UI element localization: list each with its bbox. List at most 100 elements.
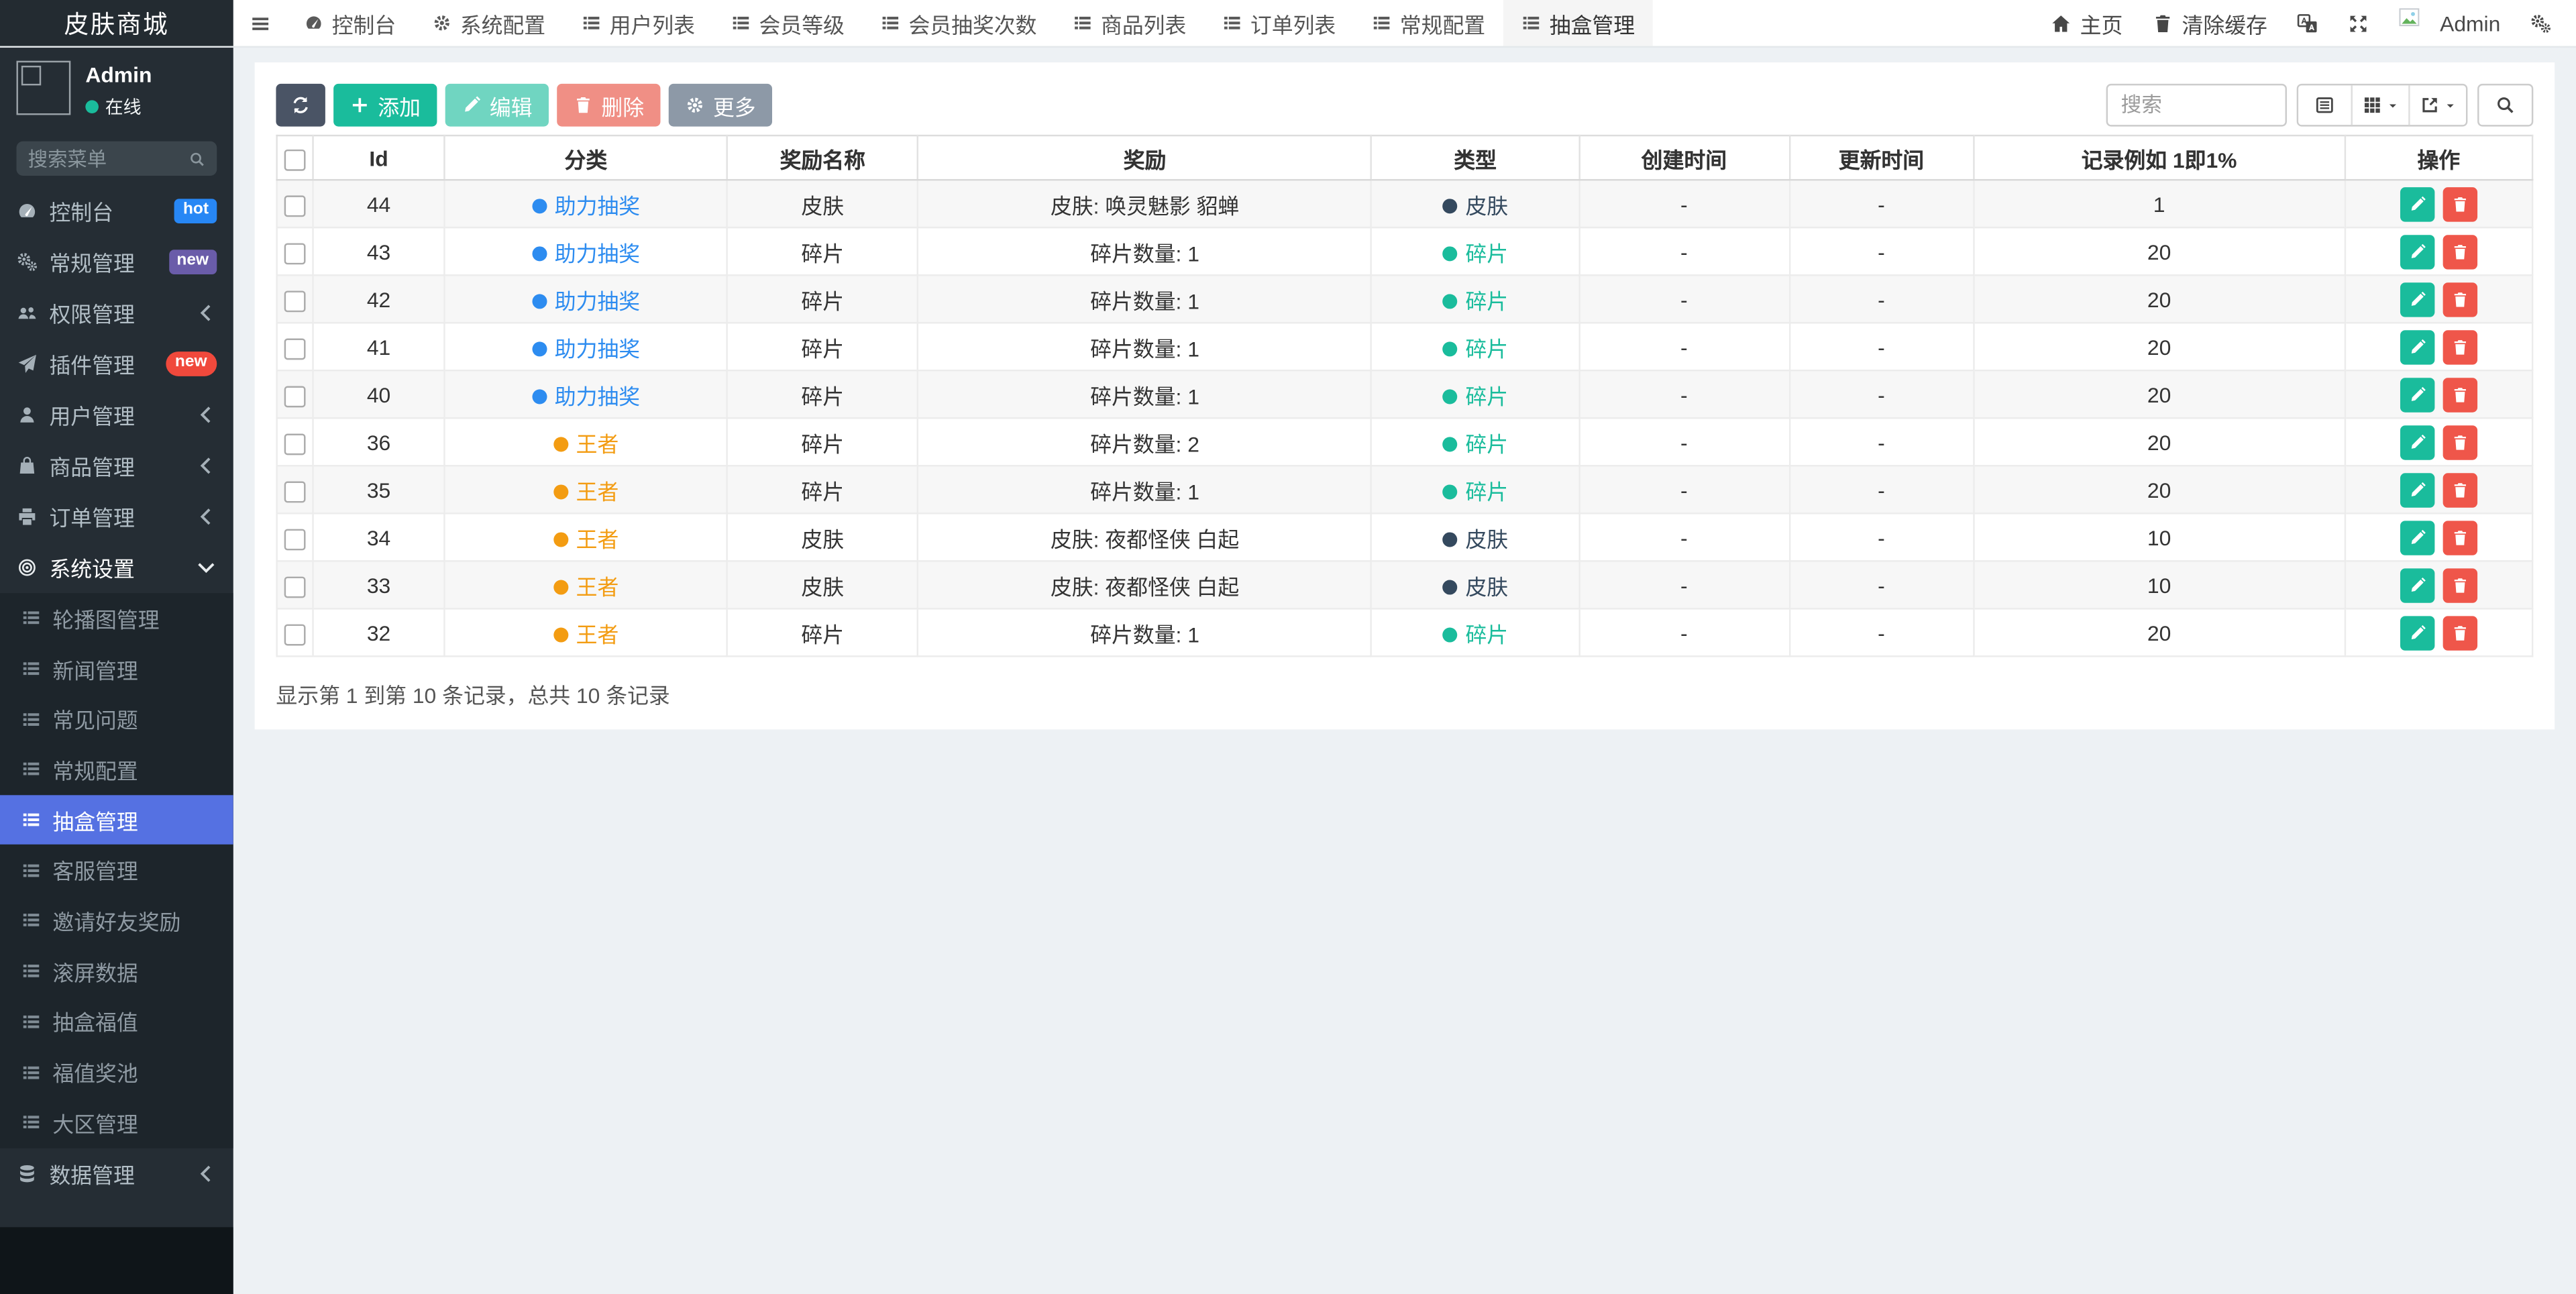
row-checkbox[interactable] [284, 480, 306, 502]
cell-category[interactable]: 助力抽奖 [443, 321, 729, 372]
avatar-icon [2399, 8, 2420, 27]
add-button[interactable]: 添加 [333, 83, 437, 127]
topbar-clear-cache[interactable]: 清除缓存 [2137, 0, 2282, 46]
row-delete-button[interactable] [2443, 520, 2477, 555]
row-checkbox[interactable] [284, 337, 306, 360]
users-icon [18, 307, 36, 319]
row-checkbox[interactable] [284, 242, 306, 264]
row-delete-button[interactable] [2443, 568, 2477, 602]
row-edit-button[interactable] [2400, 425, 2435, 460]
refresh-button[interactable] [276, 83, 325, 127]
row-checkbox[interactable] [284, 576, 306, 598]
cell-created: - [1578, 465, 1790, 515]
row-checkbox[interactable] [284, 623, 306, 645]
topbar-tab-5[interactable]: 商品列表 [1055, 0, 1204, 46]
row-delete-button[interactable] [2443, 233, 2477, 269]
row-checkbox[interactable] [284, 290, 306, 312]
app-logo[interactable]: 皮肤商城 [0, 0, 233, 46]
topbar-tab-0[interactable]: 控制台 [286, 0, 414, 46]
topbar-tab-2[interactable]: 用户列表 [564, 0, 713, 46]
sidebar-subitem-7-9[interactable]: 福值奖池 [0, 1046, 233, 1097]
topbar-tab-6[interactable]: 订单列表 [1204, 0, 1354, 46]
row-edit-button[interactable] [2400, 615, 2435, 650]
topbar-user[interactable]: Admin [2384, 0, 2516, 46]
topbar-tab-3[interactable]: 会员等级 [713, 0, 863, 46]
list-icon [23, 813, 40, 826]
sidebar-item-3[interactable]: 插件管理 new [0, 338, 233, 389]
select-all-checkbox[interactable] [284, 148, 306, 170]
sidebar-subitem-7-2[interactable]: 常见问题 [0, 694, 233, 744]
delete-button[interactable]: 删除 [557, 83, 661, 127]
row-edit-button[interactable] [2400, 377, 2435, 412]
row-checkbox[interactable] [284, 528, 306, 550]
sidebar-toggle-button[interactable] [233, 0, 286, 46]
search-button[interactable] [2477, 83, 2534, 127]
row-delete-button[interactable] [2443, 472, 2477, 507]
cell-category[interactable]: 助力抽奖 [443, 370, 729, 419]
menu-search-input[interactable] [28, 147, 189, 170]
list-icon [1224, 16, 1240, 30]
export-button[interactable] [2410, 85, 2466, 125]
row-edit-button[interactable] [2400, 281, 2435, 317]
topbar-fullscreen[interactable] [2333, 0, 2384, 46]
cell-category[interactable]: 王者 [443, 465, 729, 515]
cell-category[interactable]: 助力抽奖 [443, 274, 729, 324]
row-delete-button[interactable] [2443, 615, 2477, 650]
sidebar-item-2[interactable]: 权限管理 [0, 288, 233, 339]
sidebar-item-7[interactable]: 系统设置 [0, 542, 233, 593]
sidebar-subitem-7-0[interactable]: 轮播图管理 [0, 593, 233, 643]
cell-updated: - [1788, 513, 1974, 562]
row-delete-button[interactable] [2443, 186, 2477, 221]
sidebar-item-8[interactable]: 数据管理 [0, 1148, 233, 1199]
table-search-input[interactable] [2106, 83, 2287, 127]
sidebar-subitem-7-5[interactable]: 客服管理 [0, 845, 233, 896]
sidebar-item-5[interactable]: 商品管理 [0, 440, 233, 491]
sidebar-subitem-7-3[interactable]: 常规配置 [0, 745, 233, 795]
columns-button[interactable] [2352, 85, 2410, 125]
cell-category[interactable]: 助力抽奖 [443, 226, 729, 276]
more-button[interactable]: 更多 [668, 83, 773, 127]
row-checkbox[interactable] [284, 385, 306, 407]
row-edit-button[interactable] [2400, 520, 2435, 555]
row-edit-button[interactable] [2400, 329, 2435, 364]
row-edit-button[interactable] [2400, 186, 2435, 221]
sidebar-item-0[interactable]: 控制台 hot [0, 186, 233, 237]
topbar-language[interactable] [2282, 0, 2333, 46]
row-edit-button[interactable] [2400, 568, 2435, 602]
sidebar-item-6[interactable]: 订单管理 [0, 491, 233, 542]
cell-created: - [1578, 274, 1790, 324]
sidebar-item-4[interactable]: 用户管理 [0, 389, 233, 440]
sidebar-subitem-7-4[interactable]: 抽盒管理 [0, 794, 233, 845]
edit-button[interactable]: 编辑 [445, 83, 549, 127]
row-delete-button[interactable] [2443, 377, 2477, 412]
sidebar-subitem-7-1[interactable]: 新闻管理 [0, 643, 233, 694]
sidebar-subitem-7-7[interactable]: 滚屏数据 [0, 946, 233, 996]
topbar-tab-4[interactable]: 会员抽奖次数 [863, 0, 1055, 46]
sidebar-subitem-7-6[interactable]: 邀请好友奖励 [0, 896, 233, 946]
topbar-home[interactable]: 主页 [2036, 0, 2138, 46]
sidebar-subitem-7-8[interactable]: 抽盒福值 [0, 996, 233, 1046]
row-edit-button[interactable] [2400, 233, 2435, 269]
sidebar-item-1[interactable]: 常规管理 new [0, 237, 233, 288]
topbar-tab-8[interactable]: 抽盒管理 [1503, 0, 1654, 46]
row-checkbox[interactable] [284, 195, 306, 217]
detail-view-button[interactable] [2298, 85, 2353, 125]
cell-category[interactable]: 助力抽奖 [443, 178, 729, 229]
row-delete-button[interactable] [2443, 329, 2477, 364]
cell-category[interactable]: 王者 [443, 417, 729, 467]
cell-category[interactable]: 王者 [443, 608, 729, 657]
cell-category[interactable]: 王者 [443, 513, 729, 562]
search-icon [191, 152, 204, 166]
chevron-down-icon [198, 563, 215, 574]
row-edit-button[interactable] [2400, 472, 2435, 507]
row-checkbox[interactable] [284, 433, 306, 455]
row-delete-button[interactable] [2443, 425, 2477, 460]
chevron-left-icon [200, 457, 211, 474]
topbar-settings[interactable] [2515, 0, 2566, 46]
cell-category[interactable]: 王者 [443, 560, 729, 610]
row-delete-button[interactable] [2443, 281, 2477, 317]
cell-reward-name: 碎片 [726, 465, 919, 515]
topbar-tab-1[interactable]: 系统配置 [414, 0, 564, 46]
topbar-tab-7[interactable]: 常规配置 [1354, 0, 1503, 46]
sidebar-subitem-7-10[interactable]: 大区管理 [0, 1097, 233, 1148]
